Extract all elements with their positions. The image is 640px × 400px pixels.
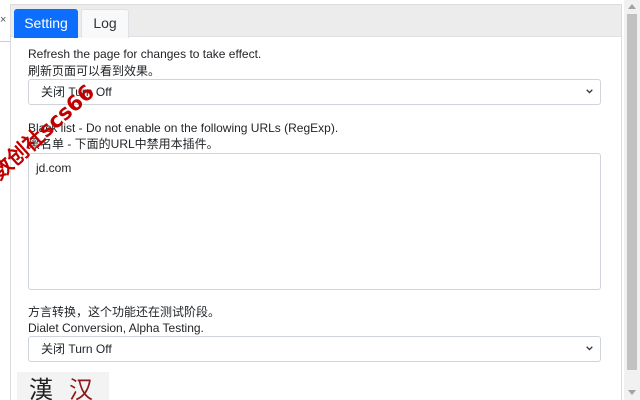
dialect-select-value: 关闭 Turn Off [41, 342, 112, 356]
blacklist-value: jd.com [36, 161, 72, 175]
dialect-label-zh: 方言转换，这个功能还在测试阶段。 [28, 305, 221, 319]
dialect-select[interactable]: 关闭 Turn Off [28, 336, 601, 362]
settings-panel: Setting Log Refresh the page for changes… [10, 4, 622, 400]
chevron-down-icon [586, 346, 593, 351]
divider [0, 41, 10, 42]
scroll-up-icon[interactable] [628, 4, 636, 9]
enable-toggle-select[interactable]: 关闭 Turn Off [28, 79, 601, 105]
scrollbar-thumb[interactable] [627, 14, 637, 370]
tab-bar: Setting Log [11, 5, 621, 38]
blacklist-label-en: Black list - Do not enable on the follow… [28, 121, 339, 135]
refresh-note-en: Refresh the page for changes to take eff… [28, 47, 262, 61]
background-page-edge: × [0, 0, 10, 400]
dialect-label-en: Dialet Conversion, Alpha Testing. [28, 321, 204, 335]
refresh-note-zh: 刷新页面可以看到效果。 [28, 64, 161, 78]
chevron-down-icon [586, 89, 593, 94]
extension-popup-screen: × Setting Log Refresh the page for chang… [0, 0, 640, 400]
scroll-down-icon[interactable] [628, 390, 636, 395]
logo-char-traditional: 漢 [29, 376, 53, 400]
tab-setting[interactable]: Setting [14, 9, 78, 38]
blacklist-textarea[interactable]: jd.com [28, 153, 601, 290]
scrollbar[interactable] [624, 0, 640, 400]
close-icon[interactable]: × [0, 14, 6, 26]
logo-image: 漢 汉 [17, 372, 109, 400]
logo-char-simplified: 汉 [69, 376, 93, 400]
enable-toggle-value: 关闭 Turn Off [41, 85, 112, 99]
tab-log[interactable]: Log [81, 9, 129, 38]
blacklist-label-zh: 黑名单 - 下面的URL中禁用本插件。 [28, 137, 219, 151]
